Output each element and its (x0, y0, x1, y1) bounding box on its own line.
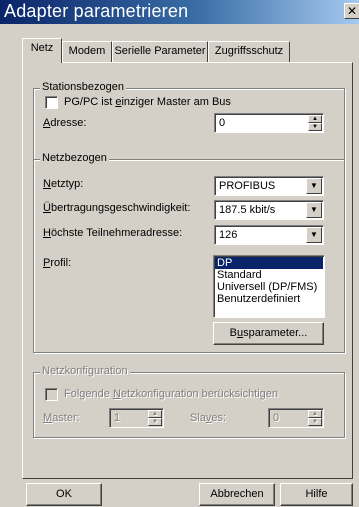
group-stationsbezogen-legend: Stationsbezogen (40, 81, 126, 93)
single-master-label: PG/PC ist einziger Master am Bus (64, 96, 231, 108)
master-spinner[interactable]: 1 ▲ ▼ (109, 408, 164, 428)
netztyp-combobox[interactable]: PROFIBUS ▼ (214, 176, 324, 196)
group-netzbezogen-legend: Netzbezogen (40, 152, 109, 164)
tab-netz[interactable]: Netz (22, 38, 62, 63)
rate-label: Übertragungsgeschwindigkeit: (43, 202, 191, 214)
tab-modem-label: Modem (68, 45, 106, 57)
chevron-down-icon[interactable]: ▼ (306, 227, 322, 243)
netzkonfiguration-checkbox-label: Folgende Netzkonfiguration berücksichtig… (64, 388, 279, 400)
group-netzkonfiguration-legend: Netzkonfiguration (40, 365, 130, 377)
single-master-checkbox[interactable] (45, 96, 58, 109)
spin-down-icon[interactable]: ▼ (148, 418, 162, 426)
adresse-spin-buttons[interactable]: ▲ ▼ (308, 115, 322, 131)
rate-combobox[interactable]: 187.5 kbit/s ▼ (214, 200, 324, 220)
adresse-spinner[interactable]: 0 ▲ ▼ (214, 113, 324, 133)
netzkonfiguration-checkbox[interactable] (45, 388, 58, 401)
adresse-label: Adresse: (43, 117, 87, 129)
list-item[interactable]: Benutzerdefiniert (215, 293, 323, 305)
max-addr-label: Höchste Teilnehmeradresse: (43, 227, 183, 239)
chevron-down-icon[interactable]: ▼ (306, 178, 322, 194)
chevron-down-icon[interactable]: ▼ (306, 202, 322, 218)
window-title: Adapter parametrieren (4, 1, 189, 21)
netztyp-label: Netztyp: (43, 178, 84, 190)
cancel-button[interactable]: Abbrechen (199, 483, 275, 506)
tab-serielle-parameter-label: Serielle Parameter (114, 45, 206, 57)
list-item[interactable]: Universell (DP/FMS) (215, 281, 323, 293)
profil-listbox[interactable]: DP Standard Universell (DP/FMS) Benutzer… (213, 255, 325, 318)
close-button[interactable]: ✕ (344, 3, 359, 19)
netztyp-value: PROFIBUS (219, 180, 276, 192)
master-value: 1 (114, 412, 121, 424)
adresse-value: 0 (219, 117, 226, 129)
max-addr-combobox[interactable]: 126 ▼ (214, 225, 324, 245)
busparameter-button[interactable]: Busparameter... (213, 322, 324, 345)
rate-value: 187.5 kbit/s (219, 204, 276, 216)
slaves-value: 0 (273, 412, 280, 424)
group-netzkonfiguration: Netzkonfiguration (33, 365, 345, 438)
close-icon: ✕ (346, 4, 358, 18)
list-item[interactable]: DP (215, 257, 323, 269)
spin-up-icon[interactable]: ▲ (148, 410, 162, 418)
title-bar: Adapter parametrieren ✕ (0, 0, 359, 24)
master-spin-buttons[interactable]: ▲ ▼ (148, 410, 162, 426)
master-label: Master: (43, 412, 80, 424)
list-item[interactable]: Standard (215, 269, 323, 281)
spin-down-icon[interactable]: ▼ (308, 123, 322, 131)
tab-modem[interactable]: Modem (62, 41, 112, 62)
help-button[interactable]: Hilfe (280, 483, 353, 506)
tab-zugriffsschutz-label: Zugriffsschutz (214, 45, 284, 57)
slaves-spinner[interactable]: 0 ▲ ▼ (268, 408, 324, 428)
ok-button[interactable]: OK (26, 483, 102, 506)
spin-down-icon[interactable]: ▼ (308, 418, 322, 426)
spin-up-icon[interactable]: ▲ (308, 115, 322, 123)
spin-up-icon[interactable]: ▲ (308, 410, 322, 418)
slaves-label: Slaves: (190, 412, 227, 424)
max-addr-value: 126 (219, 229, 238, 241)
slaves-spin-buttons[interactable]: ▲ ▼ (308, 410, 322, 426)
tab-serielle-parameter[interactable]: Serielle Parameter (112, 41, 208, 62)
tab-zugriffsschutz[interactable]: Zugriffsschutz (208, 41, 290, 62)
profil-label: Profil: (43, 257, 72, 269)
tab-netz-label: Netz (30, 42, 54, 54)
